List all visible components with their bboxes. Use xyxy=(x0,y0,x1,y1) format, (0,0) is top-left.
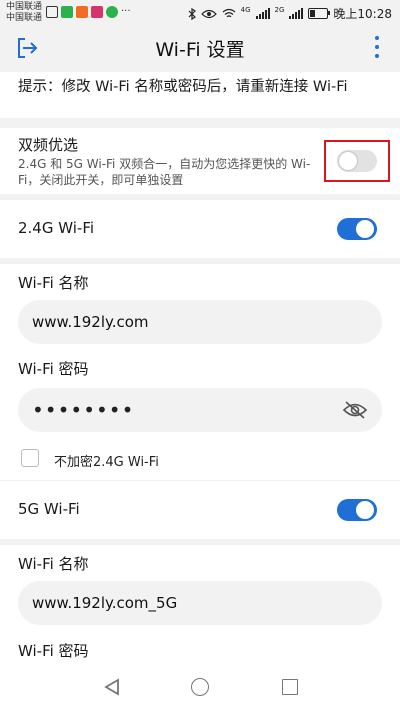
dual-band-row: 双频优选 2.4G 和 5G Wi-Fi 双频合一，自动为您选择更快的 Wi-F… xyxy=(0,128,400,194)
dual-band-description: 2.4G 和 5G Wi-Fi 双频合一，自动为您选择更快的 Wi-Fi，关闭此… xyxy=(18,157,311,187)
nav-recent-icon[interactable] xyxy=(282,679,298,695)
wifi-name-value: www.192ly.com xyxy=(32,313,149,331)
wechat-app-icon xyxy=(61,6,73,18)
notification-icons: ··· xyxy=(46,6,131,18)
wifi-name-label-5g: Wi-Fi 名称 xyxy=(18,555,89,573)
wifi-password-label: Wi-Fi 密码 xyxy=(18,360,89,378)
band-5-settings: Wi-Fi 名称 www.192ly.com_5G Wi-Fi 密码 xyxy=(0,545,400,664)
wifi-name-value-5g: www.192ly.com_5G xyxy=(32,594,178,612)
battery-icon xyxy=(308,8,331,19)
signal-2-icon xyxy=(289,8,304,19)
network-type-2: 2G xyxy=(274,5,285,14)
clock: 晚上10:28 xyxy=(333,7,392,21)
no-password-checkbox[interactable] xyxy=(21,449,39,467)
more-notifications-icon: ··· xyxy=(121,6,131,17)
carrier-1: 中国联通 xyxy=(6,2,43,12)
wifi-password-label-5g: Wi-Fi 密码 xyxy=(18,642,89,660)
photo-app-icon xyxy=(46,6,58,18)
band-5-row: 5G Wi-Fi xyxy=(0,481,400,539)
band-5-toggle[interactable] xyxy=(337,499,377,521)
carrier-info: 中国联通 中国联通 xyxy=(6,2,42,24)
wifi-password-value: •••••••• xyxy=(32,398,135,422)
band-5-label: 5G Wi-Fi xyxy=(18,500,80,518)
chat-app-icon xyxy=(106,6,118,18)
band-24-toggle[interactable] xyxy=(337,218,377,240)
wifi-icon xyxy=(222,8,236,18)
dual-band-title: 双频优选 xyxy=(18,136,79,154)
wifi-password-input-24[interactable]: •••••••• xyxy=(18,388,382,432)
bluetooth-icon xyxy=(188,7,196,20)
nav-home-icon[interactable] xyxy=(191,678,209,696)
carrier-2: 中国联通 xyxy=(6,13,43,23)
app-bar: Wi-Fi 设置 xyxy=(0,26,400,70)
band-24-row: 2.4G Wi-Fi xyxy=(0,200,400,258)
more-vertical-icon[interactable] xyxy=(374,36,380,60)
wifi-name-input-24[interactable]: www.192ly.com xyxy=(18,300,382,344)
band-24-label: 2.4G Wi-Fi xyxy=(18,219,95,237)
status-right: 4G 2G 晚上10:28 xyxy=(188,5,392,22)
page-title: Wi-Fi 设置 xyxy=(155,39,245,61)
dual-band-toggle[interactable] xyxy=(337,150,377,172)
system-nav-bar xyxy=(0,664,400,711)
wifi-name-label: Wi-Fi 名称 xyxy=(18,274,89,292)
network-type-1: 4G xyxy=(240,5,251,14)
eye-off-icon[interactable] xyxy=(342,400,368,420)
tip-text: 提示：修改 Wi-Fi 名称或密码后，请重新连接 Wi-Fi xyxy=(0,72,400,118)
eye-comfort-icon xyxy=(200,9,217,18)
signal-1-icon xyxy=(255,8,270,19)
media-app-icon xyxy=(91,6,103,18)
nav-back-icon[interactable] xyxy=(103,678,121,696)
wifi-name-input-5g[interactable]: www.192ly.com_5G xyxy=(18,581,382,625)
status-bar: 中国联通 中国联通 ··· 4G 2G 晚上10:28 xyxy=(0,0,400,26)
video-app-icon xyxy=(76,6,88,18)
band-24-settings: Wi-Fi 名称 www.192ly.com Wi-Fi 密码 ••••••••… xyxy=(0,264,400,480)
no-password-label: 不加密2.4G Wi-Fi xyxy=(54,455,159,470)
